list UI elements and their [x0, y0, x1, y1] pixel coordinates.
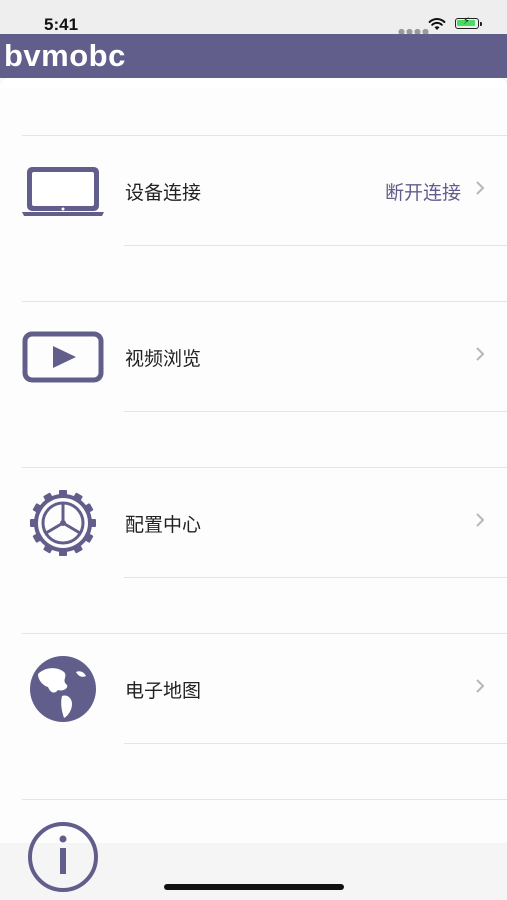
wifi-icon: [428, 18, 446, 30]
divider: [22, 799, 507, 800]
menu-item-config-center[interactable]: 配置中心: [0, 468, 507, 578]
connection-status: 断开连接: [384, 182, 461, 204]
status-time: 5:41: [44, 15, 79, 34]
chevron-right-icon: [476, 181, 485, 195]
menu-item-electronic-map[interactable]: 电子地图: [0, 634, 507, 744]
menu-item-video-browse[interactable]: 视频浏览: [0, 302, 507, 412]
home-indicator[interactable]: [164, 884, 344, 890]
card-top: [0, 78, 507, 88]
gear-icon: [30, 490, 96, 556]
nav-bar: bvmobc: [0, 34, 507, 78]
globe-icon: [30, 656, 96, 722]
menu-item-label: 电子地图: [125, 680, 202, 702]
page-title: bvmobc: [4, 38, 126, 73]
chevron-right-icon: [476, 347, 485, 361]
chevron-right-icon: [476, 679, 485, 693]
chevron-right-icon: [476, 513, 485, 527]
menu-item-device-connect[interactable]: 设备连接 断开连接: [0, 136, 507, 246]
battery-charging-icon: ⚡: [455, 16, 482, 29]
laptop-icon: [22, 167, 104, 216]
menu-item-label: 配置中心: [125, 514, 202, 536]
menu-item-label: 设备连接: [125, 182, 202, 204]
menu-list: 设备连接 断开连接 视频浏览 配置中心 电子地图: [0, 78, 507, 900]
status-bar: 5:41 ●●●● ⚡: [0, 0, 507, 36]
info-icon[interactable]: [22, 822, 104, 892]
menu-item-label: 视频浏览: [125, 348, 202, 370]
play-video-icon: [22, 331, 104, 383]
